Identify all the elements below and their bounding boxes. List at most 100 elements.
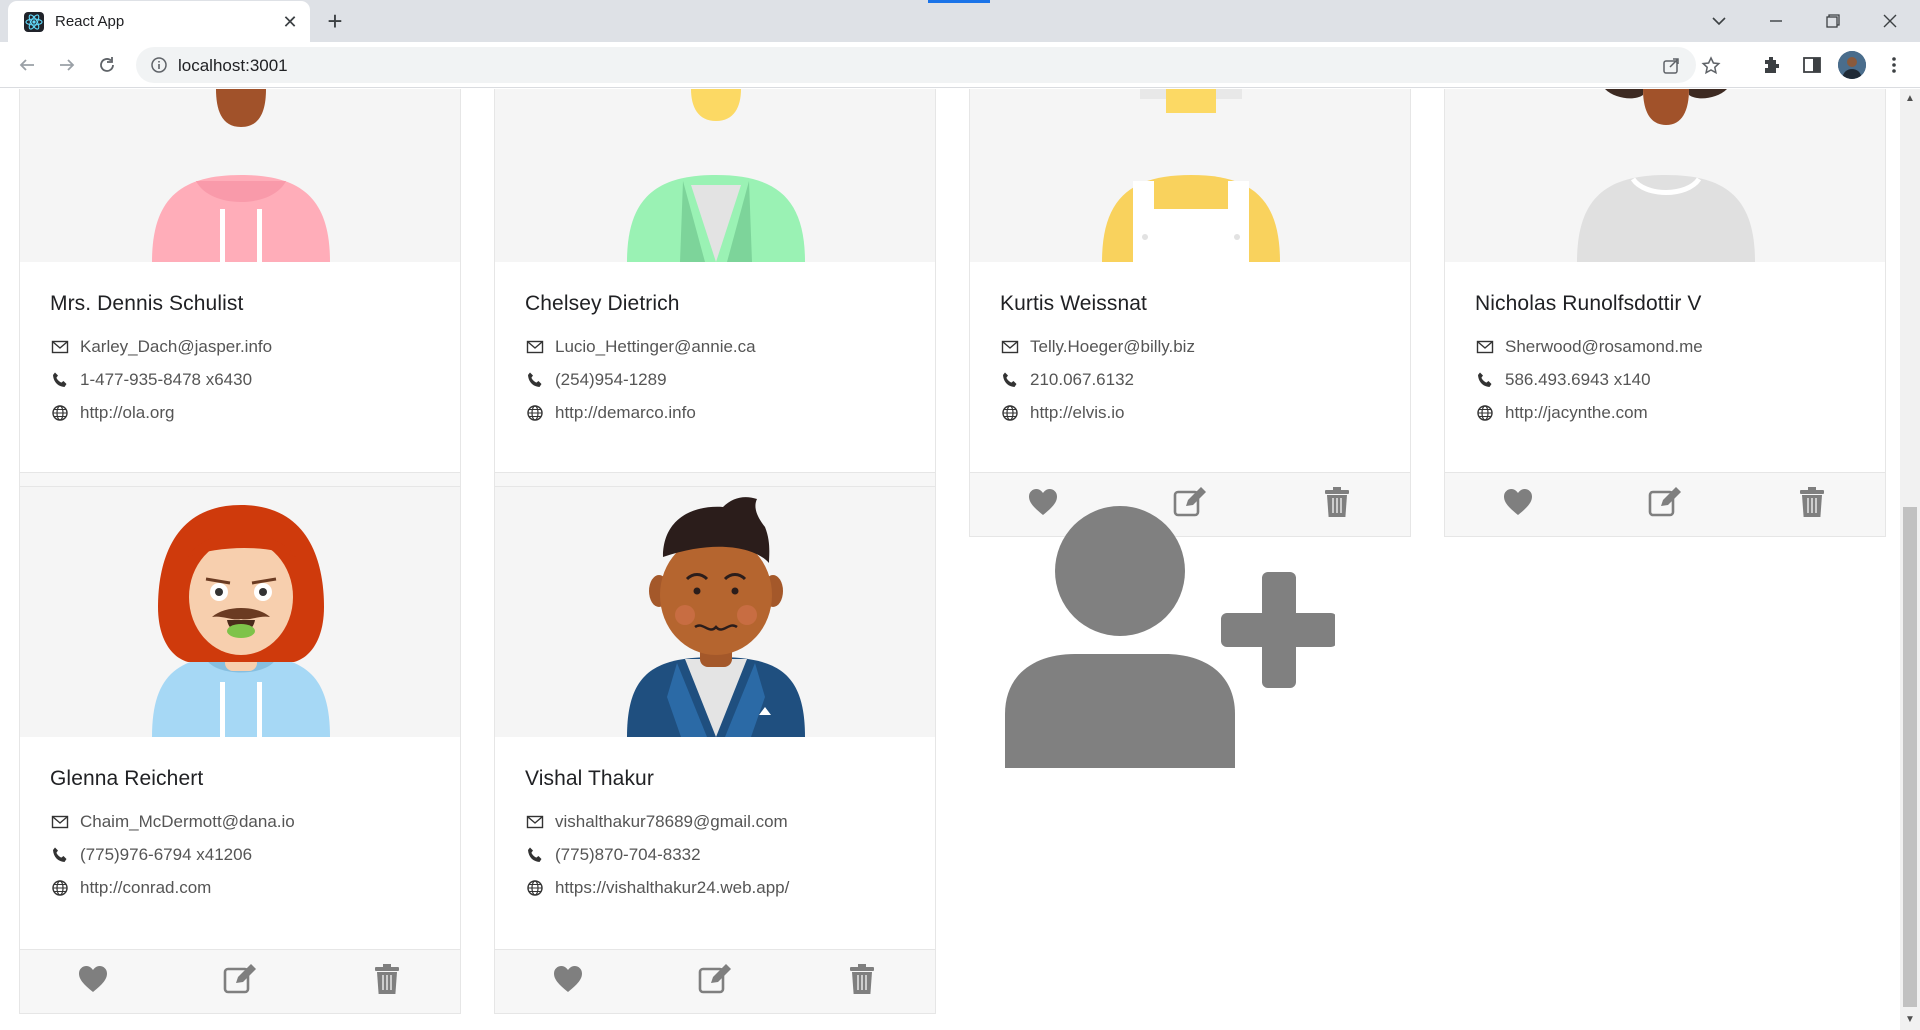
- edit-button[interactable]: [642, 950, 789, 1013]
- user-card: Glenna Reichert Chaim_McDermott@dana.io …: [19, 486, 461, 1014]
- user-website: http://demarco.info: [555, 402, 696, 422]
- profile-avatar[interactable]: [1838, 51, 1866, 79]
- menu-dots-icon[interactable]: [1882, 53, 1906, 77]
- phone-row: (775)870-704-8332: [525, 838, 905, 871]
- user-website: http://ola.org: [80, 402, 175, 422]
- tab-search-icon[interactable]: [1706, 8, 1732, 34]
- trash-icon: [849, 964, 875, 999]
- website-row: http://demarco.info: [525, 396, 905, 429]
- extensions-icon[interactable]: [1760, 53, 1784, 77]
- close-tab-icon[interactable]: ✕: [280, 12, 300, 32]
- bookmark-star-icon[interactable]: [1700, 55, 1722, 77]
- user-phone: (775)870-704-8332: [555, 844, 701, 864]
- user-avatar-image: [20, 487, 460, 737]
- user-avatar-image: [970, 89, 1410, 262]
- user-website: https://vishalthakur24.web.app/: [555, 877, 790, 897]
- email-row: Sherwood@rosamond.me: [1475, 330, 1855, 363]
- page-scrollbar[interactable]: ▲ ▼: [1900, 89, 1920, 1030]
- user-name: Nicholas Runolfsdottir V: [1475, 292, 1702, 315]
- user-email: Chaim_McDermott@dana.io: [80, 811, 295, 831]
- user-website: http://elvis.io: [1030, 402, 1125, 422]
- tab-title: React App: [55, 13, 125, 30]
- close-window-button[interactable]: [1877, 8, 1903, 34]
- envelope-icon: [525, 337, 545, 357]
- user-avatar-image: [20, 89, 460, 262]
- user-email: Sherwood@rosamond.me: [1505, 336, 1703, 356]
- forward-icon[interactable]: [54, 52, 80, 78]
- card-body: Glenna Reichert Chaim_McDermott@dana.io …: [20, 737, 460, 904]
- delete-button[interactable]: [313, 950, 460, 1013]
- user-name: Vishal Thakur: [525, 767, 654, 790]
- delete-button[interactable]: [788, 950, 935, 1013]
- new-tab-button[interactable]: +: [322, 8, 348, 35]
- user-email: Karley_Dach@jasper.info: [80, 336, 273, 356]
- share-icon[interactable]: [1660, 55, 1682, 77]
- globe-icon: [1000, 403, 1020, 423]
- user-email: Lucio_Hettinger@annie.ca: [555, 336, 756, 356]
- card-body: Kurtis Weissnat Telly.Hoeger@billy.biz 2…: [970, 262, 1410, 429]
- card-body: Mrs. Dennis Schulist Karley_Dach@jasper.…: [20, 262, 460, 429]
- back-icon[interactable]: [14, 52, 40, 78]
- tab-strip-indicator: [928, 0, 990, 3]
- email-row: Karley_Dach@jasper.info: [50, 330, 430, 363]
- browser-tab[interactable]: React App ✕: [8, 1, 310, 42]
- user-phone: 1-477-935-8478 x6430: [80, 369, 253, 389]
- email-row: vishalthakur78689@gmail.com: [525, 805, 905, 838]
- delete-button[interactable]: [1738, 473, 1885, 536]
- envelope-icon: [525, 812, 545, 832]
- edit-button[interactable]: [1592, 473, 1739, 536]
- card-actions: [20, 949, 460, 1013]
- user-phone: (775)976-6794 x41206: [80, 844, 253, 864]
- user-name: Chelsey Dietrich: [525, 292, 680, 315]
- edit-button[interactable]: [167, 950, 314, 1013]
- edit-icon: [223, 964, 257, 999]
- phone-icon: [525, 370, 545, 390]
- phone-icon: [50, 370, 70, 390]
- browser-tab-strip: React App ✕ +: [0, 0, 1920, 42]
- globe-icon: [50, 403, 70, 423]
- restore-button[interactable]: [1820, 8, 1846, 34]
- envelope-icon: [50, 337, 70, 357]
- scrollbar-thumb[interactable]: [1903, 507, 1917, 1007]
- reload-icon[interactable]: [94, 52, 120, 78]
- email-row: Lucio_Hettinger@annie.ca: [525, 330, 905, 363]
- page-viewport: Mrs. Dennis Schulist Karley_Dach@jasper.…: [0, 89, 1900, 1030]
- user-phone: 586.493.6943 x140: [1505, 369, 1651, 389]
- phone-icon: [50, 845, 70, 865]
- website-row: http://conrad.com: [50, 871, 430, 904]
- user-card: Nicholas Runolfsdottir V Sherwood@rosamo…: [1444, 89, 1886, 537]
- scroll-down-icon[interactable]: ▼: [1904, 1014, 1916, 1026]
- user-email: Telly.Hoeger@billy.biz: [1030, 336, 1195, 356]
- envelope-icon: [1000, 337, 1020, 357]
- globe-icon: [525, 878, 545, 898]
- user-card: Kurtis Weissnat Telly.Hoeger@billy.biz 2…: [969, 89, 1411, 537]
- minimize-button[interactable]: [1763, 8, 1789, 34]
- website-row: http://ola.org: [50, 396, 430, 429]
- user-card: Chelsey Dietrich Lucio_Hettinger@annie.c…: [494, 89, 936, 537]
- user-name: Kurtis Weissnat: [1000, 292, 1147, 315]
- card-body: Nicholas Runolfsdottir V Sherwood@rosamo…: [1445, 262, 1885, 429]
- user-name: Mrs. Dennis Schulist: [50, 292, 244, 315]
- scroll-up-icon[interactable]: ▲: [1904, 93, 1916, 105]
- heart-icon: [1503, 488, 1533, 521]
- website-row: https://vishalthakur24.web.app/: [525, 871, 905, 904]
- edit-icon: [1648, 487, 1682, 522]
- email-row: Telly.Hoeger@billy.biz: [1000, 330, 1380, 363]
- envelope-icon: [50, 812, 70, 832]
- user-avatar-image: [495, 89, 935, 262]
- like-button[interactable]: [1445, 473, 1592, 536]
- like-button[interactable]: [495, 950, 642, 1013]
- like-button[interactable]: [20, 950, 167, 1013]
- website-row: http://jacynthe.com: [1475, 396, 1855, 429]
- side-panel-icon[interactable]: [1800, 53, 1824, 77]
- trash-icon: [374, 964, 400, 999]
- browser-toolbar: localhost:3001: [0, 42, 1920, 88]
- user-card: Vishal Thakur vishalthakur78689@gmail.co…: [494, 486, 936, 1014]
- card-actions: [495, 949, 935, 1013]
- site-info-icon[interactable]: [150, 56, 168, 74]
- add-user-button[interactable]: [1005, 506, 1337, 770]
- address-bar[interactable]: localhost:3001: [136, 47, 1721, 83]
- phone-row: 210.067.6132: [1000, 363, 1380, 396]
- globe-icon: [1475, 403, 1495, 423]
- phone-row: (775)976-6794 x41206: [50, 838, 430, 871]
